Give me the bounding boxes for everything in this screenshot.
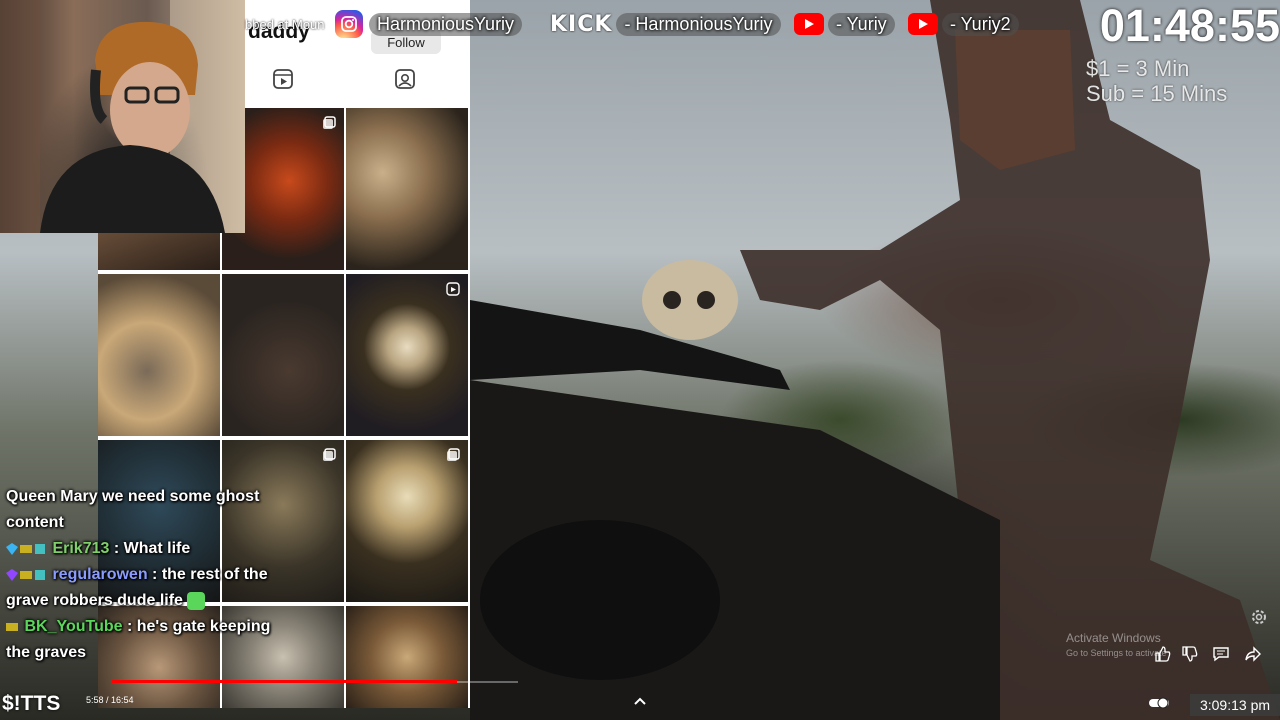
activate-windows-watermark: Activate Windows Go to Settings to activ… xyxy=(1066,631,1167,658)
badge-icon xyxy=(6,542,18,555)
chat-username[interactable]: regularowen xyxy=(52,566,147,583)
post-thumbnail[interactable] xyxy=(98,274,220,436)
autoplay-toggle-icon[interactable] xyxy=(1148,694,1170,712)
timer-rates: $1 = 3 Min Sub = 15 Mins xyxy=(1086,56,1266,106)
settings-gear-icon[interactable] xyxy=(1250,608,1268,626)
social-links-bar: bbed at Moun HarmoniousYuriy KICK - Harm… xyxy=(245,8,1065,40)
chat-message: Erik713 : What life xyxy=(0,536,320,562)
post-thumbnail[interactable] xyxy=(346,606,468,708)
badge-icon xyxy=(6,568,18,581)
chevron-up-icon[interactable] xyxy=(631,693,649,711)
kick-handle: - HarmoniousYuriy xyxy=(616,12,781,36)
chat-username[interactable]: BK_YouTube xyxy=(24,618,122,635)
chat-message-continued: the graves xyxy=(6,644,87,661)
instagram-icon xyxy=(335,10,363,38)
carousel-icon xyxy=(323,116,336,129)
subscriber-badge-icon xyxy=(6,622,18,631)
post-thumbnail[interactable] xyxy=(346,108,468,270)
stream-chat: Queen Mary we need some ghost content Er… xyxy=(0,484,320,694)
subscriber-badge-icon xyxy=(20,570,32,579)
subathon-timer: 01:48:55 xyxy=(1099,0,1280,51)
share-icon[interactable] xyxy=(1244,645,1262,663)
tagged-icon[interactable] xyxy=(394,68,416,90)
video-progress-bar[interactable] xyxy=(0,680,1280,684)
reel-badge-icon xyxy=(446,282,460,296)
post-thumbnail[interactable] xyxy=(346,274,468,436)
post-thumbnail[interactable] xyxy=(346,440,468,602)
dollar-rate: $1 = 3 Min xyxy=(1086,56,1190,81)
youtube-handle-2: - Yuriy2 xyxy=(942,12,1019,36)
tts-logo: $!TTS xyxy=(2,692,61,715)
kick-link[interactable]: KICK - HarmoniousYuriy xyxy=(550,11,781,37)
post-thumbnail[interactable] xyxy=(222,274,344,436)
carousel-icon xyxy=(323,448,336,461)
reels-icon[interactable] xyxy=(272,68,294,90)
chat-message-continued: grave robbers dude life xyxy=(0,588,320,614)
youtube-link-1[interactable]: - Yuriy xyxy=(794,12,895,36)
instagram-tabs xyxy=(246,60,470,96)
gift-badge-icon xyxy=(35,569,45,580)
gift-badge-icon xyxy=(35,543,45,554)
subscriber-badge-icon xyxy=(20,544,32,553)
partial-banner-text: bbed at Moun xyxy=(245,16,325,32)
youtube-icon xyxy=(908,13,938,35)
youtube-icon xyxy=(794,13,824,35)
webcam-scene xyxy=(0,0,245,233)
chat-message: Queen Mary we need some ghost xyxy=(6,488,260,505)
sub-rate: Sub = 15 Mins xyxy=(1086,81,1228,106)
emote-icon xyxy=(187,591,206,610)
webcam-feed xyxy=(0,0,245,233)
instagram-handle: HarmoniousYuriy xyxy=(369,12,523,36)
kick-icon: KICK xyxy=(550,11,613,37)
carousel-icon xyxy=(447,448,460,461)
chat-message: BK_YouTube : he's gate keeping xyxy=(0,614,320,640)
chat-message-continued: content xyxy=(6,514,64,531)
like-icon[interactable] xyxy=(1154,645,1172,663)
comment-icon[interactable] xyxy=(1212,645,1230,663)
progress-fill xyxy=(112,680,457,683)
instagram-link[interactable]: HarmoniousYuriy xyxy=(335,10,523,38)
youtube-link-2[interactable]: - Yuriy2 xyxy=(908,12,1019,36)
dislike-icon[interactable] xyxy=(1181,645,1199,663)
clock: 3:09:13 pm xyxy=(1190,694,1280,716)
video-time: 5:58 / 16:54 xyxy=(86,695,134,705)
chat-username[interactable]: Erik713 xyxy=(52,540,109,557)
chat-message: regularowen : the rest of the xyxy=(0,562,320,588)
youtube-handle-1: - Yuriy xyxy=(828,12,895,36)
